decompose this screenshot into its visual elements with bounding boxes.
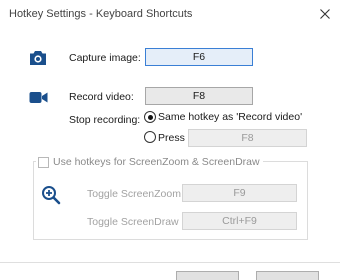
close-button[interactable] <box>316 5 334 23</box>
same-hotkey-radio[interactable] <box>144 111 156 123</box>
capture-image-hotkey-field[interactable]: F6 <box>145 48 253 66</box>
close-icon <box>320 9 330 19</box>
video-camera-icon <box>29 92 48 103</box>
use-hotkeys-label[interactable]: Use hotkeys for ScreenZoom & ScreenDraw <box>53 156 260 168</box>
capture-image-label: Capture image: <box>69 52 141 64</box>
footer-divider <box>0 262 340 263</box>
record-video-label: Record video: <box>69 91 134 103</box>
title-bar: Hotkey Settings - Keyboard Shortcuts <box>0 0 340 30</box>
window-title: Hotkey Settings - Keyboard Shortcuts <box>9 8 193 20</box>
cancel-button[interactable] <box>256 271 319 280</box>
press-option-label[interactable]: Press <box>158 132 185 144</box>
stop-recording-label: Stop recording: <box>69 114 141 126</box>
screenzoom-group-header[interactable]: Use hotkeys for ScreenZoom & ScreenDraw <box>36 155 263 169</box>
press-radio[interactable] <box>144 131 156 143</box>
toggle-screendraw-hotkey-field: Ctrl+F9 <box>182 212 297 230</box>
toggle-screenzoom-hotkey-field: F9 <box>182 184 297 202</box>
toggle-screenzoom-label: Toggle ScreenZoom <box>87 188 181 200</box>
toggle-screendraw-label: Toggle ScreenDraw <box>87 216 179 228</box>
stop-recording-hotkey-field: F8 <box>188 129 307 147</box>
record-video-hotkey-field[interactable]: F8 <box>145 87 253 105</box>
zoom-in-icon <box>42 186 61 205</box>
same-hotkey-option-label[interactable]: Same hotkey as 'Record video' <box>158 111 302 123</box>
use-hotkeys-checkbox[interactable] <box>38 156 49 168</box>
ok-button[interactable] <box>176 271 239 280</box>
camera-icon <box>30 51 46 65</box>
